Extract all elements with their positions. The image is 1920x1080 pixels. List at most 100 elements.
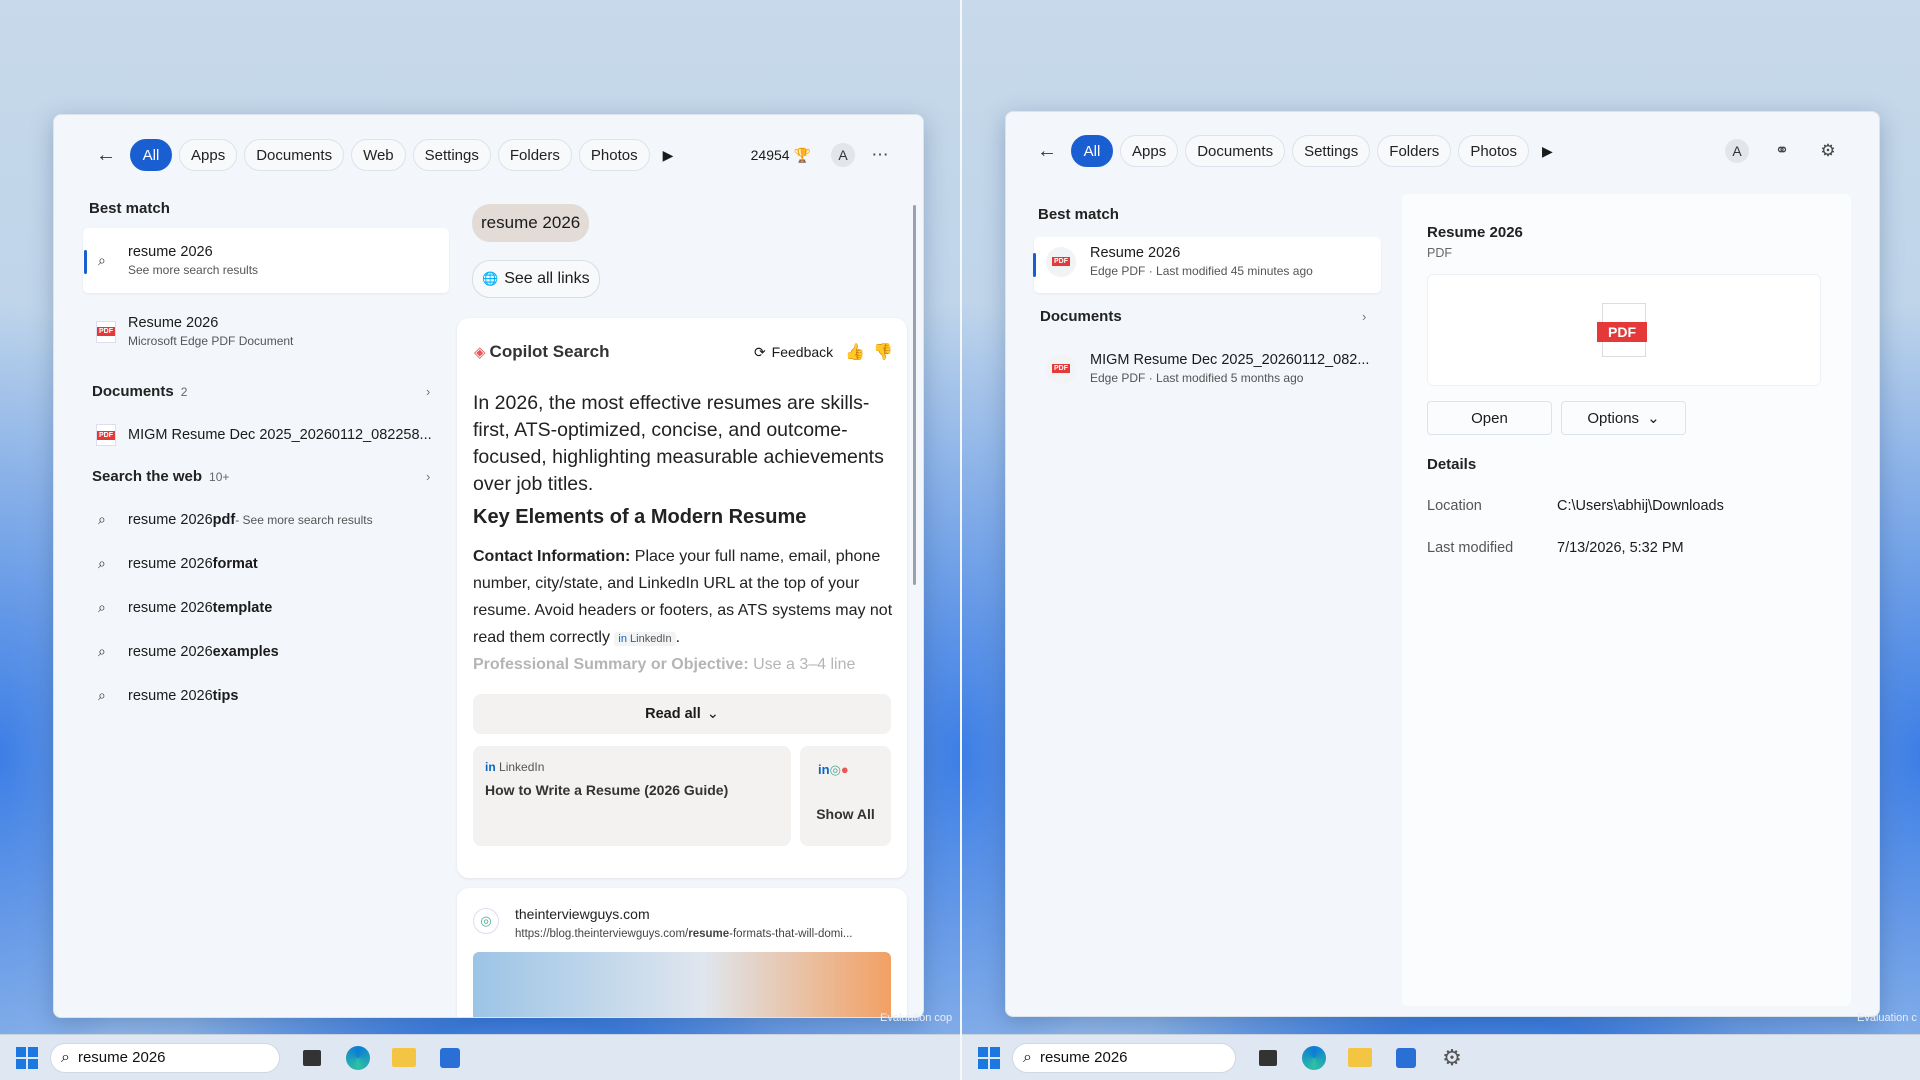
copilot-logo-icon: ◈ [474, 344, 486, 361]
back-arrow-icon[interactable]: ← [1033, 137, 1061, 165]
feedback-link[interactable]: Feedback [772, 344, 833, 360]
read-all-button[interactable]: Read all ⌄ [473, 694, 891, 734]
gear-icon[interactable]: ⚙ [1813, 136, 1843, 166]
chevron-right-icon[interactable]: › [426, 384, 430, 399]
item-subtitle: Edge PDF · Last modified 5 months ago [1090, 371, 1304, 385]
taskbar-search-box[interactable]: ⌕ resume 2026 [1012, 1042, 1236, 1073]
search-icon: ⌕ [98, 687, 106, 703]
item-title: MIGM Resume Dec 2025_20260112_082... [1090, 352, 1370, 368]
feedback-icon[interactable]: ⟳ [754, 344, 766, 361]
preview-title: Resume 2026 [1427, 224, 1523, 241]
store-icon[interactable] [432, 1040, 468, 1076]
evaluation-watermark: Evaluation c [1857, 1012, 1917, 1024]
options-button[interactable]: Options ⌄ [1561, 401, 1686, 435]
list-item[interactable]: PDF MIGM Resume Dec 2025_20260112_082258… [96, 424, 432, 446]
trophy-icon[interactable]: 🏆 [794, 147, 811, 164]
avatar[interactable]: A [831, 143, 855, 167]
share-network-icon[interactable]: ⚭ [1767, 136, 1797, 166]
store-icon[interactable] [1388, 1040, 1424, 1076]
web-suggestion[interactable]: ⌕ resume 2026 tips [98, 687, 238, 704]
source-card-site: LinkedIn [499, 760, 545, 774]
result-thumbnail [473, 952, 891, 1017]
web-suggestion[interactable]: ⌕ resume 2026 examples [98, 643, 279, 660]
query-suffix: tips [212, 687, 239, 704]
list-item[interactable]: ⌕ resume 2026 See more search results [98, 244, 258, 277]
web-suggestion[interactable]: ⌕ resume 2026 pdf - See more search resul… [98, 511, 373, 528]
search-panel-left: ← All Apps Documents Web Settings Folder… [53, 114, 924, 1018]
filter-folders[interactable]: Folders [1377, 135, 1452, 167]
see-more-text: - See more search results [235, 512, 373, 527]
item-title: resume 2026 [128, 244, 213, 260]
location-value[interactable]: C:\Users\abhij\Downloads [1557, 498, 1724, 514]
copilot-summary: In 2026, the most effective resumes are … [473, 392, 884, 495]
more-options-icon[interactable]: ⋯ [865, 140, 895, 170]
documents-header[interactable]: Documents [1040, 308, 1122, 325]
more-filters-play-icon[interactable]: ▶ [1542, 143, 1560, 160]
windows-start-icon[interactable] [16, 1046, 38, 1069]
search-icon: ⌕ [98, 643, 106, 659]
filter-folders[interactable]: Folders [497, 139, 572, 171]
web-header[interactable]: Search the web 10+ [92, 468, 229, 485]
globe-icon: 🌐 [482, 271, 499, 286]
filter-apps[interactable]: Apps [179, 139, 238, 171]
settings-gear-icon[interactable]: ⚙ [1434, 1040, 1470, 1076]
thumbs-down-icon[interactable]: 👎 [873, 342, 893, 362]
windows-start-icon[interactable] [978, 1046, 1000, 1069]
chevron-down-icon: ⌄ [1647, 410, 1660, 427]
see-all-links-button[interactable]: 🌐 See all links [472, 260, 600, 298]
list-item[interactable]: PDF MIGM Resume Dec 2025_20260112_082...… [1046, 352, 1369, 385]
search-icon: ⌕ [98, 252, 106, 268]
chevron-right-icon[interactable]: › [426, 469, 430, 484]
query-pill[interactable]: resume 2026 [472, 204, 590, 242]
file-explorer-icon[interactable] [1342, 1040, 1378, 1076]
filter-photos[interactable]: Photos [578, 139, 650, 171]
result-url[interactable]: https://blog.theinterviewguys.com/resume… [515, 928, 852, 940]
documents-header[interactable]: Documents 2 [92, 383, 187, 400]
filter-web[interactable]: Web [351, 139, 406, 171]
filter-apps[interactable]: Apps [1120, 135, 1179, 167]
taskbar: ⌕ resume 2026 ⚙ [962, 1034, 1920, 1080]
filter-bar: ← All Apps Documents Settings Folders Ph… [1006, 112, 1879, 190]
filter-documents[interactable]: Documents [1185, 135, 1286, 167]
item-title: MIGM Resume Dec 2025_20260112_082258... [128, 427, 432, 443]
edge-icon[interactable] [1296, 1040, 1332, 1076]
more-filters-play-icon[interactable]: ▶ [663, 147, 681, 164]
filter-settings[interactable]: Settings [1292, 135, 1371, 167]
task-view-icon[interactable] [1250, 1040, 1286, 1076]
web-suggestion[interactable]: ⌕ resume 2026 format [98, 555, 258, 572]
filter-all[interactable]: All [1071, 135, 1113, 167]
show-all-sources-button[interactable]: in◎● Show All [800, 746, 891, 846]
right-desktop: ← All Apps Documents Settings Folders Ph… [962, 0, 1920, 1080]
query-suffix: format [212, 555, 258, 572]
rewards-points[interactable]: 24954 [751, 147, 790, 163]
source-card[interactable]: in LinkedIn How to Write a Resume (2026 … [473, 746, 791, 846]
web-result-card[interactable]: ◎ theinterviewguys.com https://blog.thei… [457, 888, 907, 1017]
list-item[interactable]: PDF Resume 2026 Edge PDF · Last modified … [1046, 245, 1313, 278]
filter-all[interactable]: All [130, 139, 172, 171]
chevron-right-icon[interactable]: › [1362, 309, 1366, 324]
task-view-icon[interactable] [294, 1040, 330, 1076]
thumbs-up-icon[interactable]: 👍 [845, 342, 865, 362]
back-arrow-icon[interactable]: ← [92, 141, 120, 169]
edge-icon[interactable] [340, 1040, 376, 1076]
source-chip[interactable]: in LinkedIn [614, 632, 676, 646]
url-highlight: resume [688, 928, 730, 940]
filter-documents[interactable]: Documents [244, 139, 345, 171]
file-explorer-icon[interactable] [386, 1040, 422, 1076]
web-suggestion[interactable]: ⌕ resume 2026 template [98, 599, 272, 616]
details-header: Details [1427, 456, 1477, 473]
filter-photos[interactable]: Photos [1458, 135, 1530, 167]
taskbar-search-box[interactable]: ⌕ resume 2026 [50, 1042, 280, 1073]
contact-label: Contact Information: [473, 548, 631, 565]
avatar[interactable]: A [1725, 139, 1749, 163]
source-chip-label: LinkedIn [630, 633, 672, 645]
query-prefix: resume 2026 [128, 687, 213, 704]
scrollbar[interactable] [913, 205, 916, 585]
copilot-contact-paragraph: Contact Information: Place your full nam… [473, 548, 893, 646]
documents-count: 2 [180, 384, 188, 399]
selection-indicator [84, 250, 87, 274]
filter-settings[interactable]: Settings [412, 139, 491, 171]
open-button[interactable]: Open [1427, 401, 1552, 435]
read-all-label: Read all [645, 706, 701, 722]
list-item[interactable]: PDF Resume 2026 Microsoft Edge PDF Docume… [96, 315, 293, 348]
